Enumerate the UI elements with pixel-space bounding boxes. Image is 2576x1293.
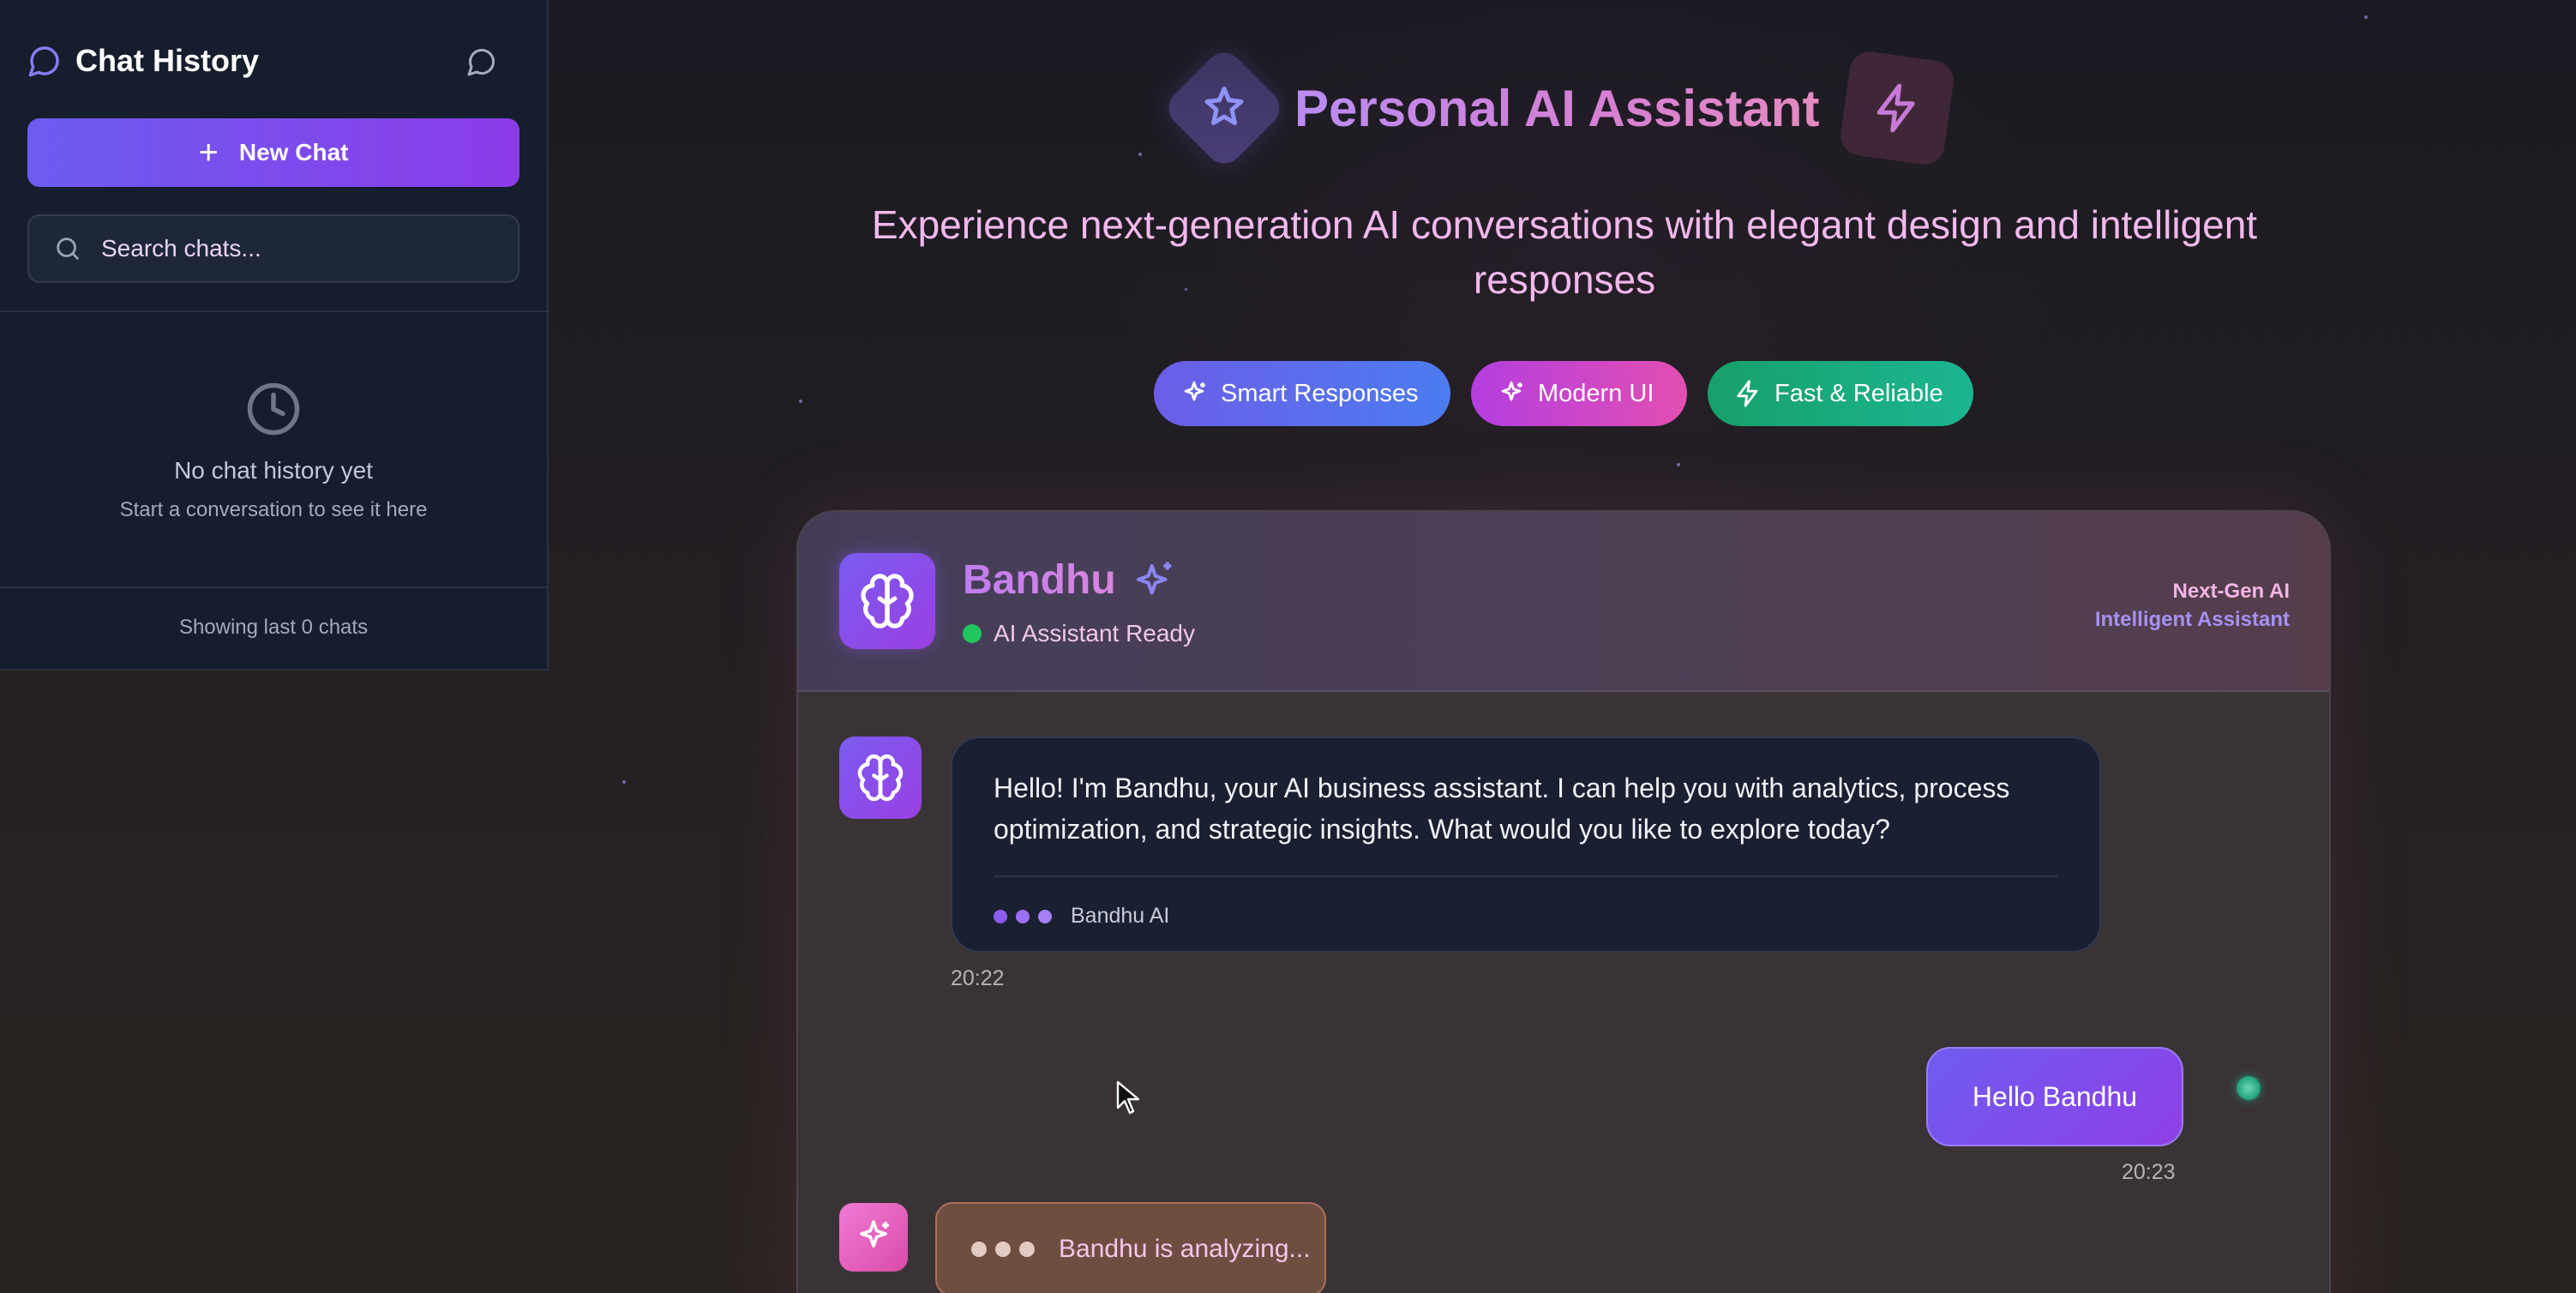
typing-text: Bandhu is analyzing... [1059, 1235, 1311, 1263]
sparkle-icon [1204, 87, 1244, 125]
empty-subtitle: Start a conversation to see it here [119, 498, 428, 521]
new-chat-icon[interactable] [466, 46, 497, 77]
brain-icon [857, 754, 904, 802]
bot-name: Bandhu [963, 557, 1116, 603]
pill-label: Modern UI [1538, 379, 1654, 407]
assistant-avatar [839, 737, 922, 819]
typing-avatar [839, 1203, 908, 1272]
search-input[interactable] [101, 235, 495, 262]
message-time: 20:22 [951, 966, 1005, 990]
assistant-message-text: Hello! I'm Bandhu, your AI business assi… [994, 773, 2010, 845]
brain-icon [861, 574, 914, 628]
header-tagline: Next-Gen AI Intelligent Assistant [2095, 577, 2290, 634]
star-dot [799, 400, 802, 403]
typing-dot [1019, 1242, 1035, 1257]
typing-dot [995, 1242, 1011, 1257]
bolt-icon [1737, 380, 1758, 407]
sparkle-icon [1501, 381, 1522, 401]
sidebar-footer: Showing last 0 chats [178, 616, 369, 639]
clock-icon [247, 382, 300, 436]
new-chat-button[interactable]: + New Chat [27, 118, 519, 187]
message-divider [994, 875, 2058, 877]
sparkle-icon [860, 1220, 889, 1248]
bot-status: AI Assistant Ready [963, 620, 1195, 647]
pill-smart-responses[interactable]: Smart Responses [1154, 361, 1450, 426]
chat-bubble-icon [28, 46, 59, 77]
sidebar-header: Chat History [27, 39, 519, 82]
hero-title-row: Personal AI Assistant [1161, 45, 1957, 171]
signature-dot [1038, 909, 1052, 923]
bolt-icon [1877, 83, 1916, 133]
sidebar-divider [0, 310, 547, 312]
search-box[interactable] [27, 214, 519, 283]
search-icon [57, 238, 79, 260]
user-avatar-dot [2237, 1076, 2261, 1100]
app-root: Chat History + New Chat No chat history … [0, 0, 2576, 1293]
logo-badge [1161, 45, 1288, 171]
star-dot [1677, 463, 1680, 466]
pill-label: Fast & Reliable [1774, 379, 1943, 407]
signature-dot [994, 909, 1007, 923]
page-subtitle: Experience next-generation AI conversati… [871, 202, 2258, 302]
mouse-cursor-icon [1116, 1080, 1140, 1115]
pill-modern-ui[interactable]: Modern UI [1471, 361, 1687, 426]
sidebar-title: Chat History [75, 43, 260, 78]
feature-pills: Smart Responses Modern UI Fast & Reliabl… [1154, 361, 1973, 426]
chat-history-sidebar: Chat History + New Chat No chat history … [0, 0, 549, 671]
tagline-2: Intelligent Assistant [2094, 608, 2290, 631]
star-dot [1138, 153, 1142, 156]
bot-avatar [839, 553, 935, 649]
star-dot [622, 780, 626, 784]
typing-dot [971, 1242, 987, 1257]
user-message-bubble: Hello Bandhu [1926, 1047, 2183, 1146]
status-text: AI Assistant Ready [994, 620, 1196, 646]
plus-icon: + [198, 134, 219, 171]
star-dot [2364, 15, 2368, 19]
empty-title: No chat history yet [174, 457, 373, 484]
new-chat-label: New Chat [238, 139, 349, 165]
chat-header: Bandhu AI Assistant Ready Next-Gen AI In… [798, 512, 2329, 692]
bolt-badge [1838, 49, 1957, 167]
empty-history-state: No chat history yet Start a conversation… [0, 381, 547, 522]
chat-card: Bandhu AI Assistant Ready Next-Gen AI In… [796, 510, 2331, 1293]
sparkle-icon [1136, 562, 1172, 595]
typing-indicator: Bandhu is analyzing... [935, 1202, 1326, 1293]
pill-fast-reliable[interactable]: Fast & Reliable [1708, 361, 1973, 426]
message-time: 20:23 [2122, 1160, 2176, 1184]
message-signature: Bandhu AI [994, 904, 1169, 929]
sparkle-icon [1184, 381, 1205, 401]
tagline-1: Next-Gen AI [2172, 580, 2290, 603]
page-title: Personal AI Assistant [1294, 79, 1820, 137]
pill-label: Smart Responses [1221, 379, 1419, 407]
signature-label: Bandhu AI [1071, 904, 1170, 928]
status-dot [963, 624, 982, 643]
assistant-message-bubble: Hello! I'm Bandhu, your AI business assi… [951, 737, 2101, 953]
sidebar-divider [0, 586, 547, 588]
signature-dot [1016, 909, 1030, 923]
